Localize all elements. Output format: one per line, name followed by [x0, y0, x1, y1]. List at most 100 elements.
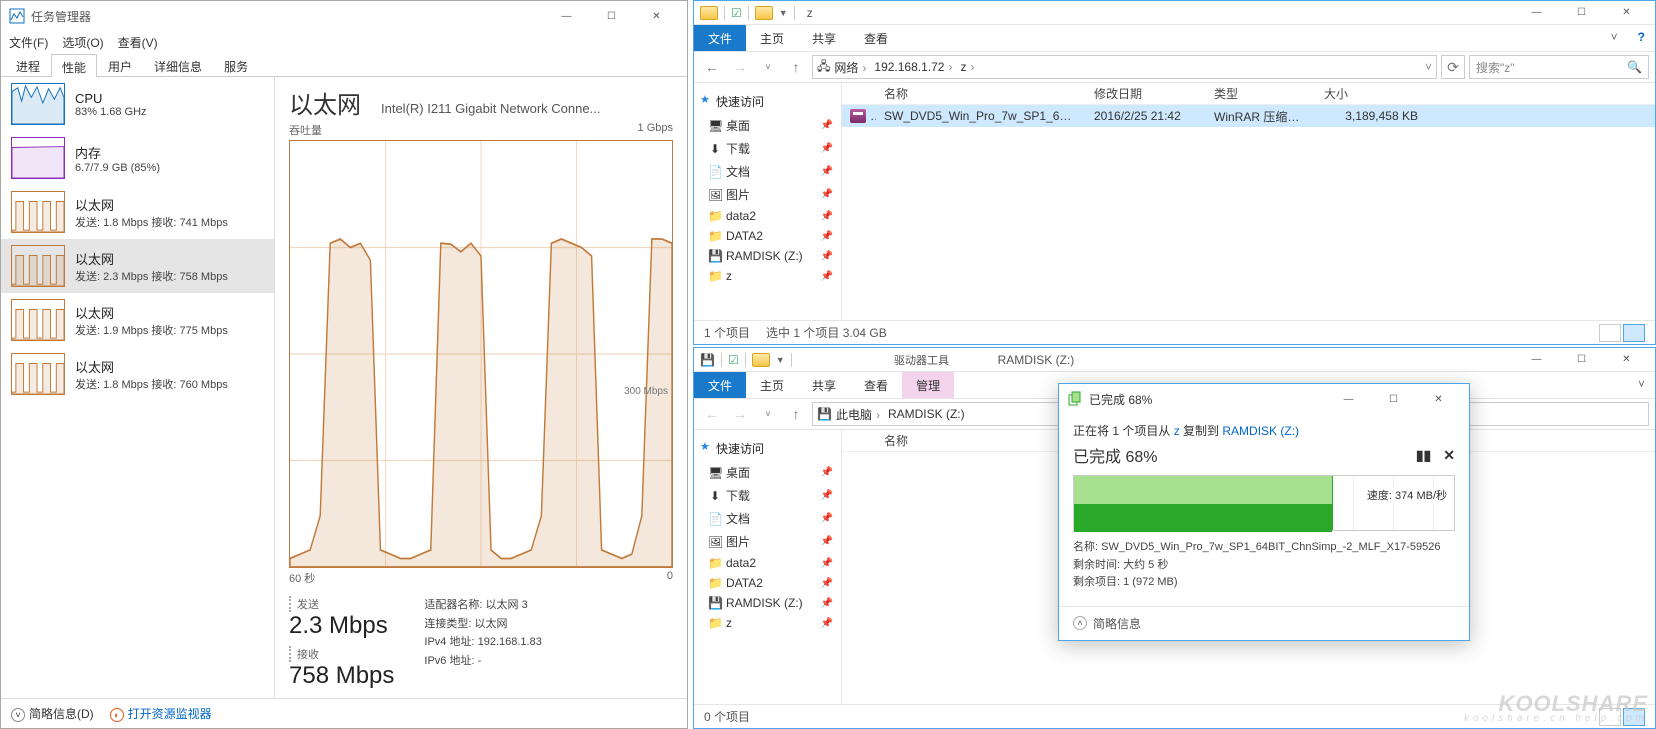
- maximize-button[interactable]: ☐: [1559, 346, 1604, 374]
- qat-props-icon[interactable]: ☑: [728, 353, 739, 367]
- breadcrumb-seg[interactable]: 此电脑: [836, 406, 884, 423]
- col-name[interactable]: 名称: [876, 85, 1086, 102]
- nav-forward-button[interactable]: →: [728, 402, 752, 426]
- pause-button[interactable]: ▮▮: [1416, 447, 1431, 464]
- navpane-item[interactable]: 💾RAMDISK (Z:)📌: [698, 246, 837, 266]
- breadcrumb-seg[interactable]: 192.168.1.72: [874, 60, 956, 74]
- ribbon-file[interactable]: 文件: [694, 372, 746, 398]
- brief-info-toggle[interactable]: ˅简略信息(D): [11, 705, 94, 722]
- address-bar[interactable]: 🖧 网络 192.168.1.72 z ˅: [812, 55, 1437, 79]
- minimize-button[interactable]: —: [1514, 346, 1559, 374]
- qat-dropdown-icon[interactable]: ▼: [776, 355, 785, 365]
- close-button[interactable]: ✕: [1604, 346, 1649, 374]
- navpane-item[interactable]: 💾RAMDISK (Z:)📌: [698, 593, 837, 613]
- file-list[interactable]: 名称 修改日期 类型 大小 SW_DVD5_Win_Pro_7w_SP1_64B…: [842, 83, 1655, 320]
- ribbon-manage[interactable]: 管理: [902, 372, 954, 398]
- navpane-item[interactable]: ⬇下载📌: [698, 484, 837, 507]
- cancel-button[interactable]: ✕: [1443, 447, 1455, 464]
- navpane-quickaccess[interactable]: 快速访问: [698, 89, 837, 114]
- navpane-item[interactable]: 📁data2📌: [698, 206, 837, 226]
- minimize-button[interactable]: —: [544, 2, 589, 30]
- menu-view[interactable]: 查看(V): [118, 34, 158, 51]
- close-button[interactable]: ✕: [1604, 0, 1649, 27]
- perf-item-0[interactable]: CPU83% 1.68 GHz: [1, 77, 274, 131]
- navpane-item[interactable]: 🖼图片📌: [698, 530, 837, 553]
- tab-performance[interactable]: 性能: [51, 54, 97, 77]
- search-icon[interactable]: 🔍: [1627, 60, 1642, 74]
- qat-props-icon[interactable]: ☑: [731, 6, 742, 20]
- navpane-item[interactable]: 📁data2📌: [698, 553, 837, 573]
- addr-dropdown-icon[interactable]: ˅: [1425, 60, 1432, 74]
- qat-dropdown-icon[interactable]: ▼: [779, 8, 788, 18]
- perf-item-3[interactable]: 以太网发送: 2.3 Mbps 接收: 758 Mbps: [1, 239, 274, 293]
- ribbon-file[interactable]: 文件: [694, 25, 746, 51]
- perf-item-4[interactable]: 以太网发送: 1.9 Mbps 接收: 775 Mbps: [1, 293, 274, 347]
- breadcrumb-seg[interactable]: z: [960, 60, 978, 74]
- navpane-item[interactable]: 📄文档📌: [698, 507, 837, 530]
- search-input[interactable]: 搜索"z" 🔍: [1469, 55, 1649, 79]
- close-button[interactable]: ✕: [634, 2, 679, 30]
- menu-file[interactable]: 文件(F): [9, 34, 48, 51]
- nav-up-button[interactable]: ↑: [784, 402, 808, 426]
- ribbon-home[interactable]: 主页: [746, 25, 798, 51]
- navpane-item[interactable]: ⬇下载📌: [698, 137, 837, 160]
- breadcrumb-seg[interactable]: 网络: [834, 59, 870, 76]
- navpane-item[interactable]: 📁z📌: [698, 266, 837, 286]
- view-details-button[interactable]: [1599, 324, 1621, 342]
- qat-newfolder-icon[interactable]: [752, 353, 770, 367]
- ribbon-collapse-icon[interactable]: ˅: [1628, 372, 1655, 398]
- breadcrumb-seg[interactable]: RAMDISK (Z:): [888, 407, 973, 421]
- navpane-item[interactable]: 📁DATA2📌: [698, 573, 837, 593]
- refresh-button[interactable]: ⟳: [1441, 55, 1465, 79]
- tab-services[interactable]: 服务: [213, 53, 259, 76]
- nav-back-button[interactable]: ←: [700, 55, 724, 79]
- view-icons-button[interactable]: [1623, 324, 1645, 342]
- nav-history-dropdown[interactable]: ˅: [756, 402, 780, 426]
- ribbon-home[interactable]: 主页: [746, 372, 798, 398]
- perf-item-5[interactable]: 以太网发送: 1.8 Mbps 接收: 760 Mbps: [1, 347, 274, 401]
- tab-processes[interactable]: 进程: [5, 53, 51, 76]
- ribbon-view[interactable]: 查看: [850, 25, 902, 51]
- minimize-button[interactable]: —: [1326, 385, 1371, 413]
- close-button[interactable]: ✕: [1416, 385, 1461, 413]
- navpane-item[interactable]: 🖼图片📌: [698, 183, 837, 206]
- navpane-item[interactable]: 🖥桌面📌: [698, 461, 837, 484]
- titlebar[interactable]: 任务管理器 — ☐ ✕: [1, 1, 687, 31]
- ribbon-share[interactable]: 共享: [798, 25, 850, 51]
- navpane-item[interactable]: 🖥桌面📌: [698, 114, 837, 137]
- menu-options[interactable]: 选项(O): [62, 34, 103, 51]
- nav-up-button[interactable]: ↑: [784, 55, 808, 79]
- dialog-titlebar[interactable]: 已完成 68% — ☐ ✕: [1059, 384, 1469, 414]
- file-row[interactable]: SW_DVD5_Win_Pro_7w_SP1_64BIT_Ch... 2016/…: [842, 105, 1655, 127]
- nav-history-dropdown[interactable]: ˅: [756, 55, 780, 79]
- navpane-quickaccess[interactable]: 快速访问: [698, 436, 837, 461]
- perf-item-1[interactable]: 内存6.7/7.9 GB (85%): [1, 131, 274, 185]
- minimize-button[interactable]: —: [1514, 0, 1559, 27]
- col-date[interactable]: 修改日期: [1086, 85, 1206, 102]
- brief-info-toggle[interactable]: 简略信息: [1093, 615, 1141, 632]
- nav-forward-button[interactable]: →: [728, 55, 752, 79]
- ribbon-collapse-icon[interactable]: ˅: [1601, 25, 1628, 51]
- col-name[interactable]: 名称: [876, 432, 1086, 449]
- ribbon-view[interactable]: 查看: [850, 372, 902, 398]
- dst-link[interactable]: RAMDISK (Z:): [1222, 424, 1299, 438]
- col-size[interactable]: 大小: [1316, 85, 1426, 102]
- tab-details[interactable]: 详细信息: [143, 53, 213, 76]
- perf-sidebar: CPU83% 1.68 GHz 内存6.7/7.9 GB (85%) 以太网发送…: [1, 77, 275, 698]
- chevron-up-icon[interactable]: ˄: [1073, 616, 1087, 630]
- maximize-button[interactable]: ☐: [1371, 385, 1416, 413]
- nav-back-button[interactable]: ←: [700, 402, 724, 426]
- qat-newfolder-icon[interactable]: [755, 6, 773, 20]
- throughput-chart[interactable]: 300 Mbps: [289, 140, 673, 568]
- col-type[interactable]: 类型: [1206, 85, 1316, 102]
- maximize-button[interactable]: ☐: [589, 2, 634, 30]
- open-resmon-link[interactable]: ◐打开资源监视器: [110, 705, 212, 722]
- navpane-item[interactable]: 📄文档📌: [698, 160, 837, 183]
- navpane-item[interactable]: 📁DATA2📌: [698, 226, 837, 246]
- help-icon[interactable]: ?: [1628, 25, 1655, 51]
- ribbon-share[interactable]: 共享: [798, 372, 850, 398]
- navpane-item[interactable]: 📁z📌: [698, 613, 837, 633]
- maximize-button[interactable]: ☐: [1559, 0, 1604, 27]
- perf-item-2[interactable]: 以太网发送: 1.8 Mbps 接收: 741 Mbps: [1, 185, 274, 239]
- tab-users[interactable]: 用户: [97, 53, 143, 76]
